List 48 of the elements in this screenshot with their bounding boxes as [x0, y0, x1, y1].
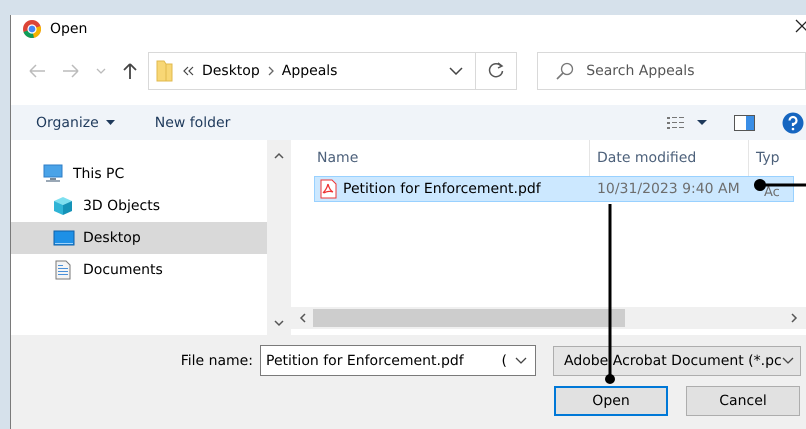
breadcrumb-item[interactable]: Desktop: [202, 62, 260, 78]
address-bar[interactable]: Desktop Appeals: [148, 52, 518, 90]
search-box[interactable]: Search Appeals: [537, 52, 806, 90]
breadcrumb-item[interactable]: Appeals: [282, 62, 338, 78]
column-header[interactable]: Name: [293, 140, 589, 176]
double-chevron-icon: [183, 66, 194, 76]
file-type-dropdown[interactable]: Adobe Acrobat Document (*.pc: [553, 346, 801, 376]
up-arrow-icon[interactable]: [122, 62, 138, 80]
file-type: Ac: [764, 184, 780, 201]
search-icon: [556, 62, 574, 80]
field-label: File name:: [180, 352, 253, 368]
computer-icon: [43, 164, 65, 184]
sidebar-item[interactable]: This PC: [11, 158, 267, 190]
preview-pane-icon[interactable]: [734, 114, 755, 130]
sidebar-item[interactable]: 3D Objects: [11, 190, 267, 222]
date-modified: 10/31/2023 9:40 AM: [597, 181, 741, 197]
scrollbar-thumb[interactable]: [313, 309, 625, 327]
scroll-up-icon[interactable]: [274, 152, 284, 160]
scroll-down-icon[interactable]: [274, 319, 284, 327]
dialog-button[interactable]: Open: [554, 386, 668, 416]
help-icon[interactable]: [782, 112, 804, 134]
dropdown-caret-icon: [782, 357, 794, 364]
new-folder-button[interactable]: New folder: [154, 110, 230, 134]
dropdown-caret-icon[interactable]: [449, 66, 464, 74]
file-name-field[interactable]: Petition for Enforcement.pdf: [266, 352, 471, 368]
monitor-icon: [53, 228, 75, 248]
view-options-icon[interactable]: [667, 116, 685, 130]
app-icon: [22, 18, 42, 38]
caret-icon: [106, 120, 115, 125]
pdf-file-icon: [320, 179, 337, 199]
scroll-right-icon[interactable]: [790, 313, 798, 323]
file-row[interactable]: Petition for Enforcement.pdf 10/31/2023 9:40 AM Ac: [314, 176, 794, 202]
caret-icon[interactable]: [697, 120, 707, 125]
dropdown-caret-icon[interactable]: [515, 357, 527, 364]
chevron-icon: [268, 66, 274, 76]
scroll-left-icon[interactable]: [299, 313, 307, 323]
file-name-box[interactable]: Petition for Enforcement.pdf (: [260, 345, 536, 376]
sidebar-item[interactable]: Desktop: [11, 222, 267, 254]
refresh-icon[interactable]: [488, 62, 504, 79]
sidebar-item[interactable]: Documents: [11, 254, 267, 286]
folder-icon: [156, 60, 173, 82]
dialog-button[interactable]: Cancel: [686, 386, 800, 416]
overflow-text: (: [502, 352, 507, 368]
file-name: Petition for Enforcement.pdf: [343, 181, 541, 197]
cube-icon: [53, 196, 75, 216]
window-title: Open: [50, 20, 88, 36]
close-icon[interactable]: [794, 18, 806, 34]
organize-button[interactable]: Organize: [36, 110, 115, 134]
